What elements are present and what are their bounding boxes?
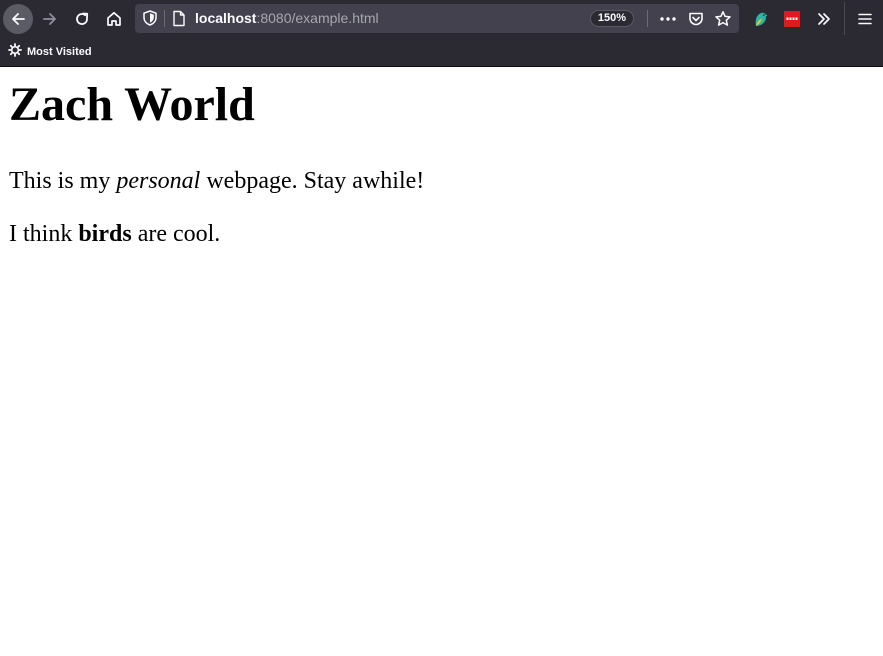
- more-dots-icon: [659, 16, 677, 22]
- page-actions-button[interactable]: [655, 5, 681, 32]
- url-host: localhost: [195, 10, 257, 26]
- intro-paragraph: This is my personal webpage. Stay awhile…: [9, 166, 424, 196]
- gear-icon: [8, 42, 22, 62]
- bookmark-label: Most Visited: [27, 46, 92, 58]
- back-button[interactable]: [3, 4, 33, 34]
- bird-extension-icon: [752, 10, 770, 28]
- url-divider: [647, 10, 648, 27]
- extension-button[interactable]: [748, 5, 774, 32]
- bookmarks-toolbar: Most Visited: [0, 38, 883, 66]
- red-extension-icon: [783, 10, 801, 28]
- url-text[interactable]: localhost:8080/example.html: [195, 4, 379, 33]
- arrow-right-icon: [41, 10, 59, 28]
- extension-button[interactable]: [779, 5, 805, 32]
- bookmark-star-button[interactable]: [710, 5, 736, 32]
- home-icon: [105, 10, 123, 28]
- url-path: :8080/example.html: [256, 10, 379, 26]
- text: I think: [9, 221, 79, 247]
- strong-text: birds: [78, 221, 132, 247]
- page-content: Zach World This is my personal webpage. …: [0, 67, 883, 656]
- page-title: Zach World: [9, 78, 255, 131]
- page-icon[interactable]: [171, 10, 187, 27]
- birds-paragraph: I think birds are cool.: [9, 219, 220, 249]
- star-icon: [714, 10, 732, 28]
- arrow-left-icon: [9, 10, 27, 28]
- home-button[interactable]: [100, 5, 128, 33]
- bookmark-most-visited[interactable]: Most Visited: [8, 42, 92, 62]
- text: webpage. Stay awhile!: [200, 168, 425, 194]
- hamburger-menu-icon: [857, 12, 873, 26]
- toolbar-separator: [844, 2, 845, 35]
- app-menu-button[interactable]: [852, 5, 878, 32]
- address-bar[interactable]: localhost:8080/example.html 150%: [135, 4, 739, 33]
- pocket-icon: [687, 10, 705, 28]
- browser-chrome: localhost:8080/example.html 150% Most Vi…: [0, 0, 883, 67]
- text: are cool.: [131, 221, 221, 247]
- zoom-level-indicator[interactable]: 150%: [590, 10, 634, 27]
- chevron-double-right-icon: [815, 10, 833, 28]
- text: This is my: [9, 168, 117, 194]
- reload-button[interactable]: [68, 5, 96, 33]
- forward-button[interactable]: [36, 5, 64, 33]
- toolbar-overflow-button[interactable]: [811, 5, 837, 32]
- reload-icon: [73, 10, 91, 28]
- url-divider: [164, 10, 165, 27]
- pocket-button[interactable]: [683, 5, 709, 32]
- browser-toolbar: localhost:8080/example.html 150%: [0, 0, 883, 37]
- tracking-protection-shield-icon[interactable]: [141, 9, 159, 27]
- emphasis-text: personal: [116, 168, 201, 194]
